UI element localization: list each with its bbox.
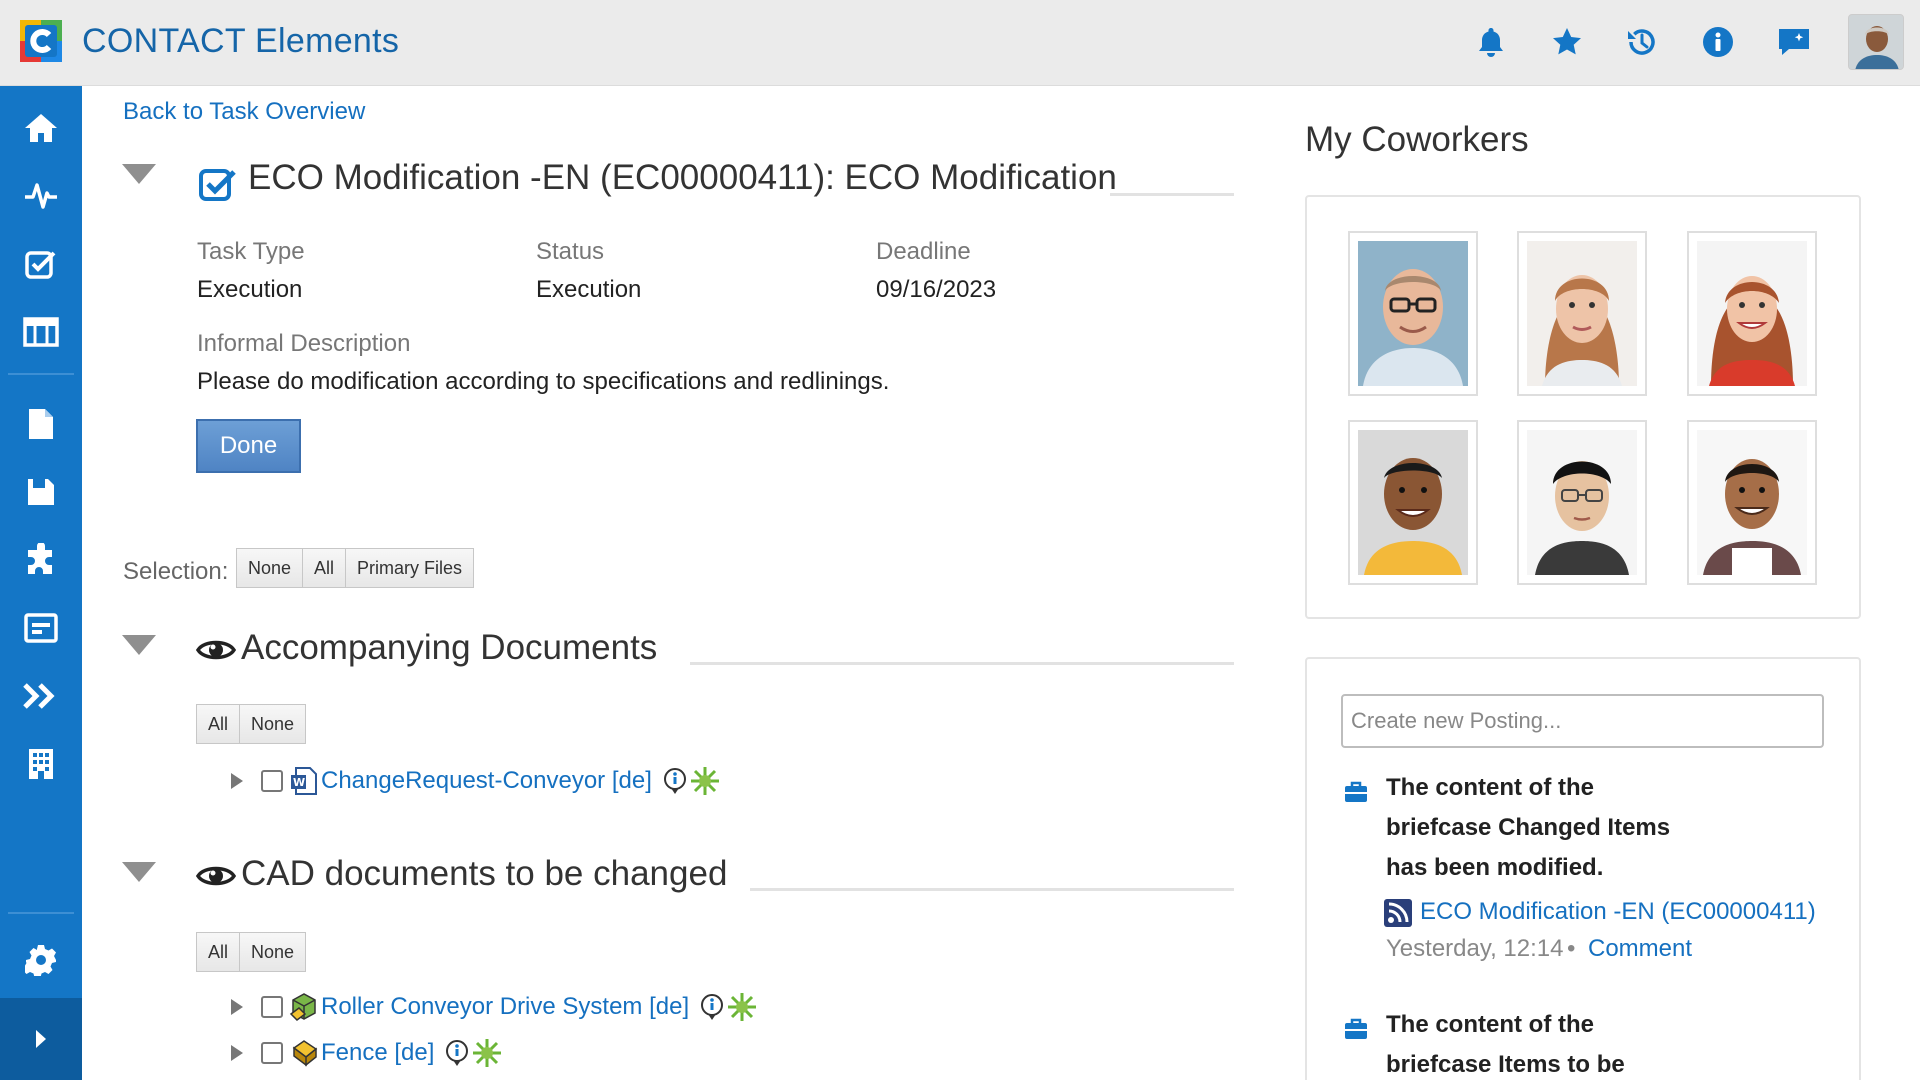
expand-icon	[36, 1030, 46, 1048]
tree-row: W ChangeRequest-Conveyor [de]	[231, 764, 720, 798]
document-icon[interactable]	[0, 396, 82, 452]
eye-icon	[195, 636, 237, 664]
post-text: The content of the briefcase Items to be	[1386, 1011, 1625, 1078]
row-checkbox[interactable]	[261, 1042, 283, 1064]
cad-assembly-icon	[289, 992, 319, 1022]
info-bubble-icon[interactable]	[697, 992, 727, 1022]
settings-icon[interactable]	[0, 932, 82, 988]
row-expand-toggle[interactable]	[231, 1045, 243, 1061]
row-checkbox[interactable]	[261, 770, 283, 792]
coworkers-panel	[1305, 195, 1861, 619]
task-type-value: Execution	[197, 276, 303, 303]
accompanying-button-group: All None	[196, 704, 307, 744]
section-divider	[750, 888, 1234, 891]
activity-icon[interactable]	[0, 168, 82, 224]
info-bubble-icon[interactable]	[660, 766, 690, 796]
eye-icon	[195, 862, 237, 890]
select-none-button[interactable]: None	[237, 549, 304, 587]
top-bar: CONTACT Elements	[0, 0, 1920, 86]
briefcase-icon	[1344, 1018, 1368, 1040]
history-icon[interactable]	[1622, 22, 1662, 62]
cad-button-group: All None	[196, 932, 307, 972]
task-check-icon	[198, 164, 238, 204]
fence-link[interactable]: Fence [de]	[321, 1039, 434, 1067]
info-icon[interactable]	[1698, 22, 1738, 62]
done-button[interactable]: Done	[196, 419, 301, 473]
comment-link[interactable]: Comment	[1588, 935, 1692, 963]
coworker-avatar[interactable]	[1348, 231, 1478, 396]
my-coworkers-title: My Coworkers	[1305, 120, 1529, 159]
briefcase-icon	[1344, 781, 1368, 803]
selection-label: Selection:	[123, 558, 229, 585]
create-posting-input[interactable]	[1341, 694, 1824, 748]
svg-text:W: W	[293, 776, 305, 789]
user-avatar[interactable]	[1848, 14, 1904, 70]
contact-logo-icon[interactable]	[20, 20, 62, 62]
bell-icon[interactable]	[1471, 22, 1511, 62]
selection-button-group: None All Primary Files	[236, 548, 475, 588]
status-burst-icon	[727, 992, 757, 1022]
forward-icon[interactable]	[0, 668, 82, 724]
coworker-avatar[interactable]	[1517, 420, 1647, 585]
changerequest-conveyor-link[interactable]: ChangeRequest-Conveyor [de]	[321, 767, 652, 795]
coworker-avatar[interactable]	[1517, 231, 1647, 396]
tasks-icon[interactable]	[0, 236, 82, 292]
status-burst-icon	[472, 1038, 502, 1068]
meta-separator: •	[1567, 935, 1576, 962]
coworker-avatar[interactable]	[1348, 420, 1478, 585]
dashboard-icon[interactable]	[0, 600, 82, 656]
post-timestamp: Yesterday, 12:14	[1386, 935, 1564, 962]
roller-conveyor-drive-system-link[interactable]: Roller Conveyor Drive System [de]	[321, 993, 689, 1021]
status-burst-icon	[690, 766, 720, 796]
task-type-label: Task Type	[197, 238, 305, 265]
sidebar	[0, 86, 82, 1080]
post-text: The content of the briefcase Changed Ite…	[1386, 774, 1671, 881]
chat-icon[interactable]	[1774, 22, 1814, 62]
deadline-value: 09/16/2023	[876, 276, 997, 303]
accompanying-collapse-toggle[interactable]	[122, 635, 156, 655]
description-label: Informal Description	[197, 330, 411, 357]
row-checkbox[interactable]	[261, 996, 283, 1018]
task-collapse-toggle[interactable]	[122, 164, 156, 184]
sidebar-expand-button[interactable]	[0, 998, 82, 1080]
save-icon[interactable]	[0, 464, 82, 520]
word-doc-icon: W	[289, 766, 319, 796]
home-icon[interactable]	[0, 100, 82, 156]
tree-row: Fence [de]	[231, 1036, 502, 1070]
cad-part-icon	[289, 1038, 319, 1068]
coworker-avatar[interactable]	[1687, 420, 1817, 585]
puzzle-icon[interactable]	[0, 532, 82, 588]
section-divider	[690, 662, 1234, 665]
tree-row: Roller Conveyor Drive System [de]	[231, 990, 757, 1024]
cad-none-button[interactable]: None	[240, 933, 306, 971]
row-expand-toggle[interactable]	[231, 773, 243, 789]
row-expand-toggle[interactable]	[231, 999, 243, 1015]
rss-feed-icon	[1384, 899, 1412, 927]
select-primary-files-button[interactable]: Primary Files	[346, 549, 474, 587]
building-icon[interactable]	[0, 736, 82, 792]
description-text: Please do modification according to spec…	[197, 368, 890, 395]
star-icon[interactable]	[1547, 22, 1587, 62]
deadline-label: Deadline	[876, 238, 971, 265]
calendar-icon[interactable]	[0, 304, 82, 360]
cad-all-button[interactable]: All	[197, 933, 241, 971]
title-divider	[1110, 193, 1234, 196]
accompanying-none-button[interactable]: None	[240, 705, 306, 743]
status-label: Status	[536, 238, 605, 265]
accompanying-documents-title: Accompanying Documents	[241, 628, 658, 667]
eco-modification-link[interactable]: ECO Modification -EN (EC00000411)	[1420, 898, 1816, 926]
cad-collapse-toggle[interactable]	[122, 862, 156, 882]
accompanying-all-button[interactable]: All	[197, 705, 241, 743]
back-to-task-overview-link[interactable]: Back to Task Overview	[123, 98, 365, 126]
app-title: CONTACT Elements	[82, 22, 400, 60]
task-title: ECO Modification -EN (EC00000411): ECO M…	[248, 158, 1117, 197]
status-value: Execution	[536, 276, 642, 303]
info-bubble-icon[interactable]	[442, 1038, 472, 1068]
cad-documents-title: CAD documents to be changed	[241, 854, 728, 893]
coworker-avatar[interactable]	[1687, 231, 1817, 396]
select-all-button[interactable]: All	[303, 549, 347, 587]
